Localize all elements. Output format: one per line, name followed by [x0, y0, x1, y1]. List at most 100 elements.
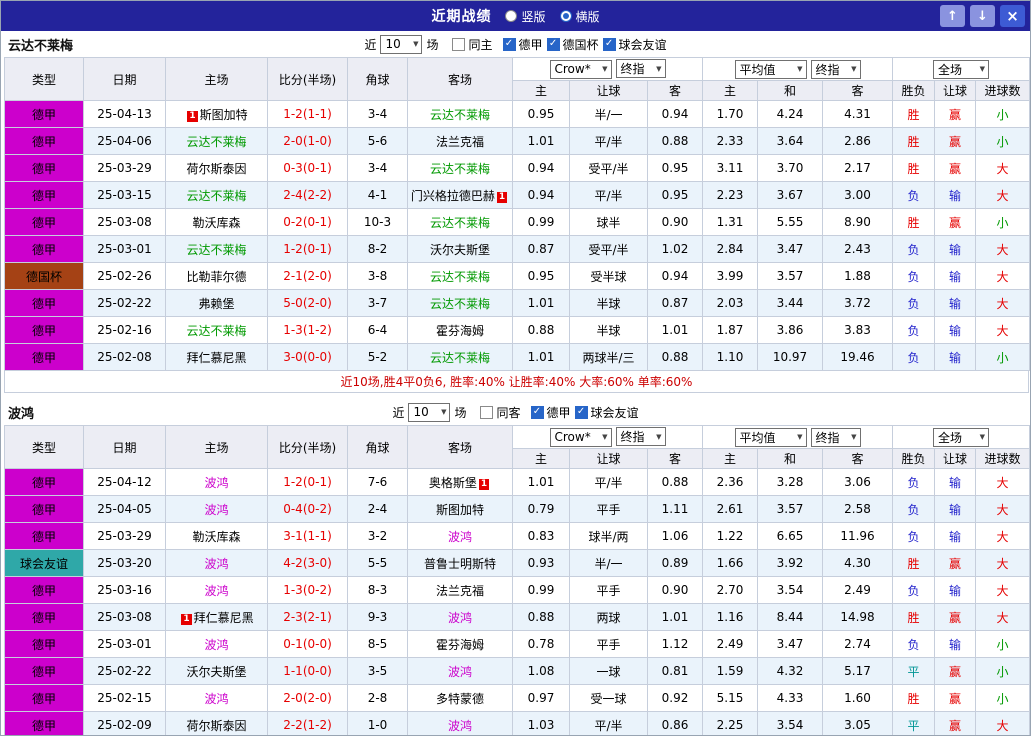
filter-checkbox-1[interactable]: ✓ 德甲: [530, 404, 571, 421]
result-cell: 胜: [892, 208, 936, 236]
score-cell: 0-1(0-0): [267, 630, 348, 658]
asian-odds-cell: 1.03: [512, 711, 570, 735]
goals-result-cell: 大: [975, 495, 1030, 523]
date-cell: 25-03-08: [83, 603, 166, 631]
goals-result-cell: 大: [975, 603, 1030, 631]
result-cell: 胜: [892, 549, 936, 577]
corners-cell: 10-3: [347, 208, 408, 236]
away-team-cell: 多特蒙德: [407, 684, 513, 712]
column-header: 让球: [569, 80, 648, 101]
layout-radio-0[interactable]: 竖版: [505, 8, 546, 25]
team-link: 云达不莱梅: [429, 107, 490, 122]
euro-odds-cell: 5.55: [757, 208, 823, 236]
match-row: 德国杯 25-02-26 比勒菲尔德 2-1(2-0) 3-8 云达不莱梅 0.95 受半球 0…: [4, 262, 1030, 290]
asian-odds-cell: 0.79: [512, 495, 570, 523]
asian-odds-cell: 球半: [569, 208, 648, 236]
move-up-button[interactable]: ↑: [940, 5, 965, 27]
move-down-button[interactable]: ↓: [970, 5, 995, 27]
away-team-cell: 波鸿: [407, 522, 513, 550]
panel-title: 近期战绩: [431, 9, 492, 25]
filter-checkbox-1[interactable]: ✓ 德甲: [502, 36, 543, 53]
league-cell: 德甲: [4, 181, 84, 209]
home-team-cell: 荷尔斯泰因: [165, 154, 268, 182]
euro-odds-cell: 4.32: [757, 657, 823, 685]
asian-stage-select[interactable]: 终指 ▼: [615, 427, 666, 447]
euro-source-select[interactable]: 平均值 ▼: [734, 59, 807, 79]
match-count-select[interactable]: 10 ▼: [380, 34, 423, 54]
filter-checkbox-3[interactable]: ✓ 球会友谊: [602, 36, 667, 53]
home-team-cell: 波鸿: [165, 576, 268, 604]
filter-checkbox-2[interactable]: ✓ 球会友谊: [574, 404, 639, 421]
euro-odds-cell: 3.72: [821, 289, 894, 317]
scope-select[interactable]: 全场 ▼: [933, 427, 990, 447]
date-cell: 25-03-20: [83, 549, 166, 577]
filter-checkbox-0[interactable]: 同客: [480, 404, 521, 421]
column-header: 比分(半场): [267, 57, 348, 101]
euro-source-select[interactable]: 平均值 ▼: [734, 427, 807, 447]
filter-checkbox-2[interactable]: ✓ 德国杯: [546, 36, 599, 53]
red-card-icon: 1: [478, 478, 490, 490]
asian-odds-cell: 1.01: [647, 603, 703, 631]
bookmaker-select[interactable]: Crow* ▼: [549, 59, 612, 79]
team-name: 波鸿: [8, 406, 35, 422]
result-cell: 胜: [892, 100, 936, 128]
match-count-select[interactable]: 10 ▼: [408, 402, 451, 422]
euro-stage-select[interactable]: 终指 ▼: [810, 59, 861, 79]
scope-select[interactable]: 全场 ▼: [933, 59, 990, 79]
handicap-result-cell: 输: [934, 343, 977, 371]
asian-odds-cell: 0.88: [647, 343, 703, 371]
sections-container: 云达不莱梅近 10 ▼ 场同主 ✓ 德甲 ✓ 德国杯 ✓ 球会友谊 类型 日期 主场 比分(半场) 角球 客场…: [1, 31, 1030, 735]
bookmaker-select[interactable]: Crow* ▼: [549, 427, 612, 447]
score-cell: 4-2(3-0): [267, 549, 348, 577]
result-cell: 负: [892, 235, 936, 263]
team-link: 云达不莱梅: [186, 242, 247, 257]
team-link: 波鸿: [204, 691, 229, 706]
euro-odds-cell: 10.97: [757, 343, 823, 371]
asian-odds-cell: 0.88: [647, 127, 703, 155]
goals-result-cell: 小: [975, 657, 1030, 685]
euro-odds-cell: 2.49: [702, 630, 758, 658]
team-link: 奥格斯堡: [428, 475, 477, 490]
matches-label: 场: [426, 37, 439, 52]
bookmaker-select-value: Crow*: [554, 430, 591, 445]
result-cell: 胜: [892, 127, 936, 155]
date-cell: 25-03-08: [83, 208, 166, 236]
asian-odds-cell: 一球: [569, 657, 648, 685]
euro-odds-cell: 8.44: [757, 603, 823, 631]
league-cell: 德甲: [4, 630, 84, 658]
euro-odds-cell: 1.66: [702, 549, 758, 577]
close-button[interactable]: ×: [1000, 5, 1025, 27]
layout-radio-1[interactable]: 横版: [559, 8, 600, 25]
date-cell: 25-02-16: [83, 316, 166, 344]
corners-cell: 8-3: [347, 576, 408, 604]
team-link: 波鸿: [204, 583, 229, 598]
date-cell: 25-04-13: [83, 100, 166, 128]
column-header: 日期: [83, 57, 166, 101]
away-team-cell: 波鸿: [407, 657, 513, 685]
asian-odds-cell: 0.95: [647, 181, 703, 209]
team-link: 斯图加特: [435, 502, 484, 517]
asian-odds-cell: 0.95: [512, 262, 570, 290]
corners-cell: 3-2: [347, 522, 408, 550]
up-arrow-icon: ↑: [947, 8, 958, 24]
date-cell: 25-03-01: [83, 630, 166, 658]
checkbox-checked-icon: ✓: [574, 405, 588, 419]
scope-select-value: 全场: [938, 62, 963, 77]
score-cell: 2-0(1-0): [267, 127, 348, 155]
goals-result-cell: 大: [975, 522, 1030, 550]
checkbox-label: 球会友谊: [618, 37, 667, 52]
euro-stage-select[interactable]: 终指 ▼: [810, 427, 861, 447]
chevron-down-icon: ▼: [851, 433, 857, 441]
home-team-cell: 云达不莱梅: [165, 181, 268, 209]
dropdown-group: Crow* ▼ 终指 ▼: [512, 57, 703, 81]
league-cell: 德甲: [4, 289, 84, 317]
score-cell: 3-0(0-0): [267, 343, 348, 371]
date-cell: 25-02-08: [83, 343, 166, 371]
checkbox-label: 德甲: [546, 405, 571, 420]
team-link: 波鸿: [447, 664, 472, 679]
asian-stage-select[interactable]: 终指 ▼: [615, 59, 666, 79]
team-link: 沃尔夫斯堡: [186, 664, 247, 679]
filter-checkbox-0[interactable]: 同主: [452, 36, 493, 53]
home-team-cell: 勒沃库森: [165, 208, 268, 236]
euro-odds-cell: 2.43: [821, 235, 894, 263]
